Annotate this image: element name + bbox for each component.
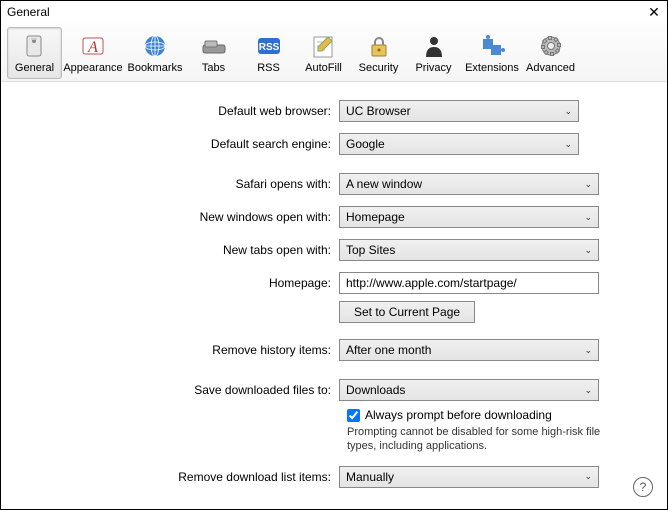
bookmarks-icon — [139, 32, 171, 60]
advanced-icon — [535, 32, 567, 60]
label-new-windows: New windows open with: — [11, 210, 339, 224]
preferences-toolbar: General A Appearance Bookmarks Tabs RSS RSS Aut… — [1, 23, 667, 82]
default-browser-select[interactable]: UC Browser ⌄ — [339, 100, 579, 122]
general-icon — [19, 32, 51, 60]
set-current-page-button[interactable]: Set to Current Page — [339, 301, 475, 323]
general-content: Default web browser: UC Browser ⌄ Defaul… — [1, 82, 667, 509]
tab-label: RSS — [257, 62, 280, 74]
chevron-down-icon: ⌄ — [584, 385, 592, 396]
chevron-down-icon: ⌄ — [584, 212, 592, 223]
tab-label: Security — [359, 62, 399, 74]
tab-label: AutoFill — [305, 62, 342, 74]
remove-downloads-select[interactable]: Manually ⌄ — [339, 466, 599, 488]
tab-general[interactable]: General — [7, 27, 62, 79]
label-default-browser: Default web browser: — [11, 104, 339, 118]
svg-text:A: A — [87, 39, 98, 56]
default-browser-value: UC Browser — [346, 104, 411, 118]
close-icon[interactable]: ✕ — [645, 3, 663, 21]
chevron-down-icon: ⌄ — [584, 345, 592, 356]
titlebar: General ✕ — [1, 1, 667, 23]
help-icon[interactable]: ? — [633, 477, 653, 497]
tab-appearance[interactable]: A Appearance — [62, 27, 124, 79]
new-windows-select[interactable]: Homepage ⌄ — [339, 206, 599, 228]
tab-label: Tabs — [202, 62, 225, 74]
extensions-icon — [476, 32, 508, 60]
label-remove-history: Remove history items: — [11, 343, 339, 357]
new-tabs-select[interactable]: Top Sites ⌄ — [339, 239, 599, 261]
safari-opens-value: A new window — [346, 177, 422, 191]
chevron-down-icon: ⌄ — [564, 106, 572, 117]
appearance-icon: A — [77, 32, 109, 60]
label-save-downloads: Save downloaded files to: — [11, 383, 339, 397]
always-prompt-checkbox[interactable] — [347, 409, 360, 422]
chevron-down-icon: ⌄ — [564, 139, 572, 150]
tab-tabs[interactable]: Tabs — [186, 27, 241, 79]
window-title: General — [7, 5, 50, 19]
tab-autofill[interactable]: AutoFill — [296, 27, 351, 79]
new-tabs-value: Top Sites — [346, 243, 395, 257]
chevron-down-icon: ⌄ — [584, 245, 592, 256]
tab-privacy[interactable]: Privacy — [406, 27, 461, 79]
prompt-note: Prompting cannot be disabled for some hi… — [347, 426, 607, 454]
tab-bookmarks[interactable]: Bookmarks — [124, 27, 186, 79]
label-new-tabs: New tabs open with: — [11, 243, 339, 257]
autofill-icon — [308, 32, 340, 60]
tab-label: General — [15, 62, 54, 74]
label-remove-downloads: Remove download list items: — [11, 470, 339, 484]
label-homepage: Homepage: — [11, 276, 339, 290]
remove-downloads-value: Manually — [346, 470, 394, 484]
save-downloads-value: Downloads — [346, 383, 405, 397]
tab-extensions[interactable]: Extensions — [461, 27, 523, 79]
chevron-down-icon: ⌄ — [584, 471, 592, 482]
remove-history-select[interactable]: After one month ⌄ — [339, 339, 599, 361]
homepage-input[interactable] — [339, 272, 599, 294]
new-windows-value: Homepage — [346, 210, 405, 224]
label-safari-opens: Safari opens with: — [11, 177, 339, 191]
tab-label: Bookmarks — [127, 62, 182, 74]
label-default-search: Default search engine: — [11, 137, 339, 151]
chevron-down-icon: ⌄ — [584, 179, 592, 190]
security-icon — [363, 32, 395, 60]
rss-icon: RSS — [253, 32, 285, 60]
tab-security[interactable]: Security — [351, 27, 406, 79]
privacy-icon — [418, 32, 450, 60]
always-prompt-label[interactable]: Always prompt before downloading — [365, 408, 552, 422]
tab-advanced[interactable]: Advanced — [523, 27, 578, 79]
svg-text:RSS: RSS — [258, 42, 279, 53]
tab-rss[interactable]: RSS RSS — [241, 27, 296, 79]
tab-label: Extensions — [465, 62, 519, 74]
save-downloads-select[interactable]: Downloads ⌄ — [339, 379, 599, 401]
tab-label: Advanced — [526, 62, 575, 74]
remove-history-value: After one month — [346, 343, 431, 357]
tab-label: Privacy — [415, 62, 451, 74]
tabs-icon — [198, 32, 230, 60]
default-search-select[interactable]: Google ⌄ — [339, 133, 579, 155]
default-search-value: Google — [346, 137, 385, 151]
safari-opens-select[interactable]: A new window ⌄ — [339, 173, 599, 195]
tab-label: Appearance — [63, 62, 122, 74]
